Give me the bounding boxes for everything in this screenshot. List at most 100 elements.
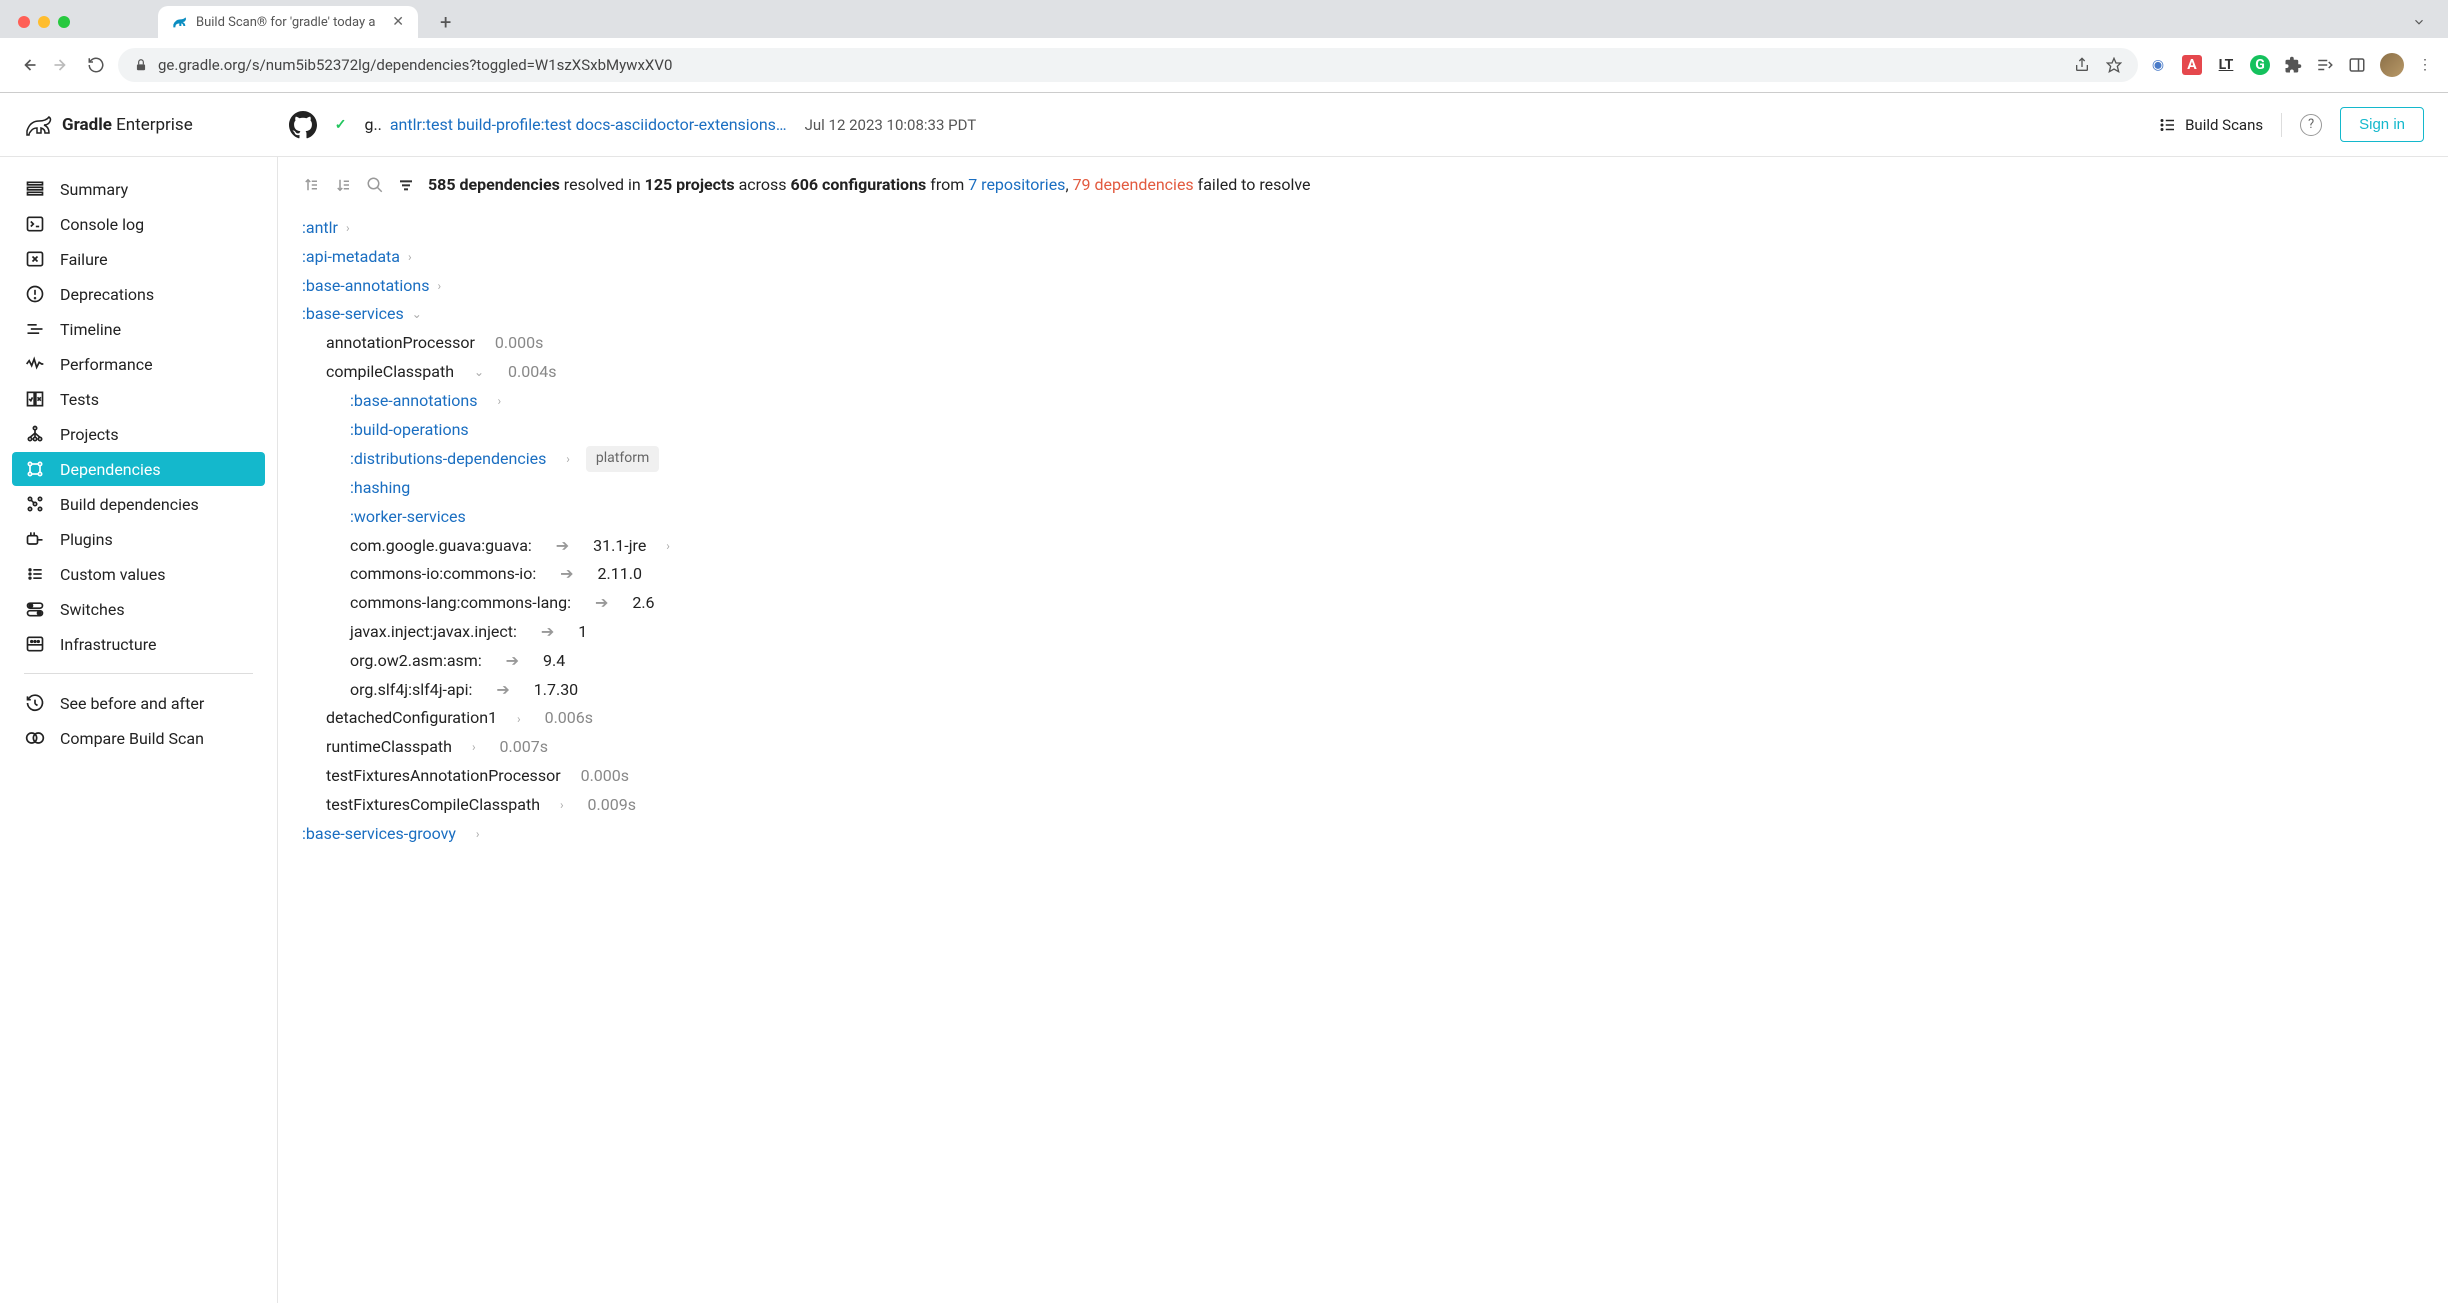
extensions-menu-icon[interactable]: [2284, 56, 2302, 74]
sidebar-item-infrastructure[interactable]: Infrastructure: [0, 627, 277, 661]
tab-bar: Build Scan® for 'gradle' today a ✕ +: [0, 0, 2448, 38]
tree-config[interactable]: detachedConfiguration1 › 0.006s: [326, 704, 2424, 733]
logo-text-sub: Enterprise: [116, 115, 193, 135]
sidebar-item-plugins[interactable]: Plugins: [0, 522, 277, 556]
tree-dep[interactable]: :worker-services: [350, 503, 2424, 532]
divider: [2281, 113, 2282, 137]
repositories-link[interactable]: 7 repositories: [968, 175, 1065, 194]
new-tab-button[interactable]: +: [440, 10, 451, 34]
build-scans-link[interactable]: Build Scans: [2159, 116, 2263, 134]
failed-deps-link[interactable]: 79 dependencies: [1073, 175, 1194, 194]
extension-icon[interactable]: G: [2250, 55, 2270, 75]
sidebar-item-projects[interactable]: Projects: [0, 417, 277, 451]
sidebar-item-console-log[interactable]: Console log: [0, 207, 277, 241]
minimize-window-button[interactable]: [38, 16, 50, 28]
sidebar-item-tests[interactable]: Tests: [0, 382, 277, 416]
failure-icon: [24, 248, 46, 270]
forward-button[interactable]: [50, 53, 74, 77]
tab-close-icon[interactable]: ✕: [392, 14, 404, 30]
sidebar-item-switches[interactable]: Switches: [0, 592, 277, 626]
chevron-right-icon: ›: [560, 796, 564, 815]
browser-chrome: Build Scan® for 'gradle' today a ✕ + ge.…: [0, 0, 2448, 93]
profile-avatar[interactable]: [2380, 53, 2404, 77]
tree-dep[interactable]: :hashing: [350, 474, 2424, 503]
performance-icon: [24, 353, 46, 375]
browser-menu-icon[interactable]: ⋮: [2418, 57, 2432, 73]
dependencies-icon: [24, 458, 46, 480]
chevron-right-icon: ›: [666, 537, 670, 556]
collapse-down-icon[interactable]: [334, 176, 352, 194]
signin-button[interactable]: Sign in: [2340, 107, 2424, 142]
chevron-down-icon: ⌄: [412, 305, 422, 324]
gradle-logo[interactable]: Gradle Enterprise: [24, 113, 193, 137]
arrow-right-icon: ➔: [560, 562, 573, 587]
build-title[interactable]: g.. antlr:test build-profile:test docs-a…: [364, 115, 786, 134]
tree-config-expanded[interactable]: compileClasspath ⌄ 0.004s: [326, 358, 2424, 387]
sidebar-item-before-after[interactable]: See before and after: [0, 686, 277, 720]
sidebar-item-dependencies[interactable]: Dependencies: [12, 452, 265, 486]
sidebar-item-summary[interactable]: Summary: [0, 172, 277, 206]
help-icon[interactable]: ?: [2300, 114, 2322, 136]
tree-config[interactable]: testFixturesCompileClasspath › 0.009s: [326, 791, 2424, 820]
tree-config[interactable]: testFixturesAnnotationProcessor 0.000s: [326, 762, 2424, 791]
tree-dep[interactable]: :build-operations: [350, 416, 2424, 445]
tree-dep[interactable]: com.google.guava:guava: ➔ 31.1-jre ›: [350, 532, 2424, 561]
summary-line: 585 dependencies resolved in 125 project…: [428, 175, 1311, 194]
list-icon: [2159, 116, 2177, 134]
bookmark-star-icon[interactable]: [2106, 57, 2122, 73]
chevron-right-icon: ›: [408, 248, 412, 267]
app-body: Summary Console log Failure Deprecations…: [0, 157, 2448, 1303]
github-icon[interactable]: [289, 111, 317, 139]
tree-node[interactable]: :antlr›: [302, 214, 2424, 243]
tests-icon: [24, 388, 46, 410]
search-icon[interactable]: [366, 176, 384, 194]
tree-dep[interactable]: org.slf4j:slf4j-api: ➔ 1.7.30: [350, 676, 2424, 705]
tree-dep[interactable]: commons-io:commons-io: ➔ 2.11.0: [350, 560, 2424, 589]
expand-up-icon[interactable]: [302, 176, 320, 194]
close-window-button[interactable]: [18, 16, 30, 28]
sidebar-item-performance[interactable]: Performance: [0, 347, 277, 381]
url-box[interactable]: ge.gradle.org/s/num5ib52372lg/dependenci…: [118, 48, 2138, 82]
deprecations-icon: [24, 283, 46, 305]
build-scans-label: Build Scans: [2185, 116, 2263, 134]
sidebar-item-build-dependencies[interactable]: Build dependencies: [0, 487, 277, 521]
check-icon: ✓: [335, 117, 347, 133]
share-icon[interactable]: [2074, 57, 2090, 73]
tree-node[interactable]: :api-metadata›: [302, 243, 2424, 272]
tree-node-expanded[interactable]: :base-services⌄: [302, 300, 2424, 329]
chevron-right-icon: ›: [566, 450, 570, 469]
chevron-right-icon: ›: [346, 219, 350, 238]
tabs-menu-icon[interactable]: [2412, 15, 2426, 29]
reading-list-icon[interactable]: [2316, 56, 2334, 74]
content: 585 dependencies resolved in 125 project…: [278, 157, 2448, 1303]
reload-button[interactable]: [84, 53, 108, 77]
chevron-down-icon: ⌄: [474, 363, 484, 382]
tree-dep[interactable]: commons-lang:commons-lang: ➔ 2.6: [350, 589, 2424, 618]
extension-icon[interactable]: LT: [2216, 55, 2236, 75]
sidebar-item-timeline[interactable]: Timeline: [0, 312, 277, 346]
url-actions: [2074, 57, 2122, 73]
filter-icon[interactable]: [398, 177, 414, 193]
lock-icon: [134, 58, 148, 72]
back-button[interactable]: [16, 53, 40, 77]
tree-node[interactable]: :base-annotations›: [302, 272, 2424, 301]
arrow-right-icon: ➔: [541, 620, 554, 645]
browser-tab[interactable]: Build Scan® for 'gradle' today a ✕: [158, 6, 418, 38]
tree-config[interactable]: annotationProcessor 0.000s: [326, 329, 2424, 358]
maximize-window-button[interactable]: [58, 16, 70, 28]
chevron-right-icon: ›: [472, 738, 476, 757]
sidebar-item-deprecations[interactable]: Deprecations: [0, 277, 277, 311]
tree-dep[interactable]: :distributions-dependencies ›platform: [350, 444, 2424, 474]
panel-icon[interactable]: [2348, 56, 2366, 74]
tree-dep[interactable]: org.ow2.asm:asm: ➔ 9.4: [350, 647, 2424, 676]
tree-node[interactable]: :base-services-groovy ›: [302, 820, 2424, 849]
sidebar-item-failure[interactable]: Failure: [0, 242, 277, 276]
extension-icon[interactable]: ◉: [2148, 55, 2168, 75]
tree-dep[interactable]: javax.inject:javax.inject: ➔ 1: [350, 618, 2424, 647]
sidebar-item-compare[interactable]: Compare Build Scan: [0, 721, 277, 755]
extension-icon[interactable]: A: [2182, 55, 2202, 75]
tree-config[interactable]: runtimeClasspath › 0.007s: [326, 733, 2424, 762]
tree-dep[interactable]: :base-annotations ›: [350, 387, 2424, 416]
sidebar-item-custom-values[interactable]: Custom values: [0, 557, 277, 591]
custom-values-icon: [24, 563, 46, 585]
